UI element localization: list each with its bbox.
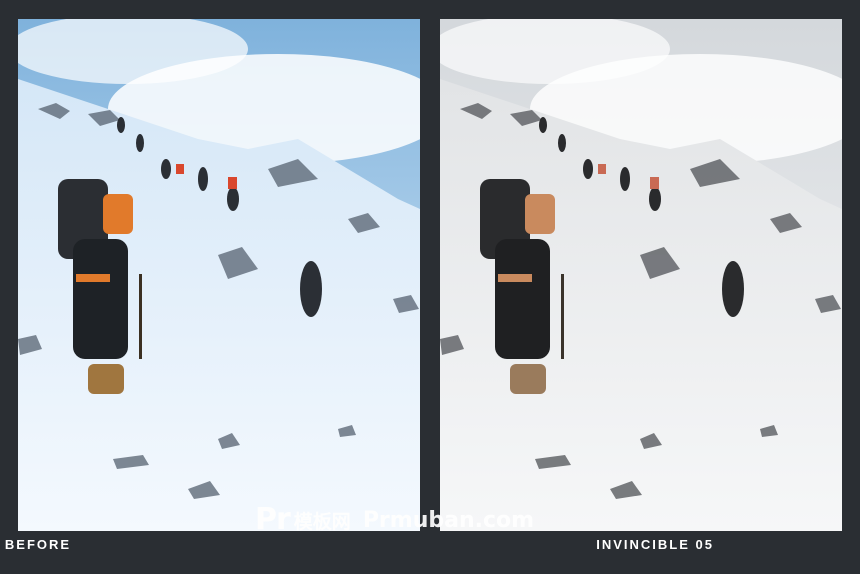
before-caption: BEFORE xyxy=(4,537,72,552)
watermark-logo: Pr xyxy=(255,502,291,537)
before-photo xyxy=(18,19,420,531)
watermark: Pr 模板网 Prmuban.com xyxy=(255,500,534,540)
before-photo-scene xyxy=(18,19,420,531)
after-photo xyxy=(440,19,842,531)
watermark-name: 模板网 xyxy=(293,510,351,533)
watermark-domain: Prmuban.com xyxy=(362,507,535,533)
after-photo-scene xyxy=(440,19,842,531)
